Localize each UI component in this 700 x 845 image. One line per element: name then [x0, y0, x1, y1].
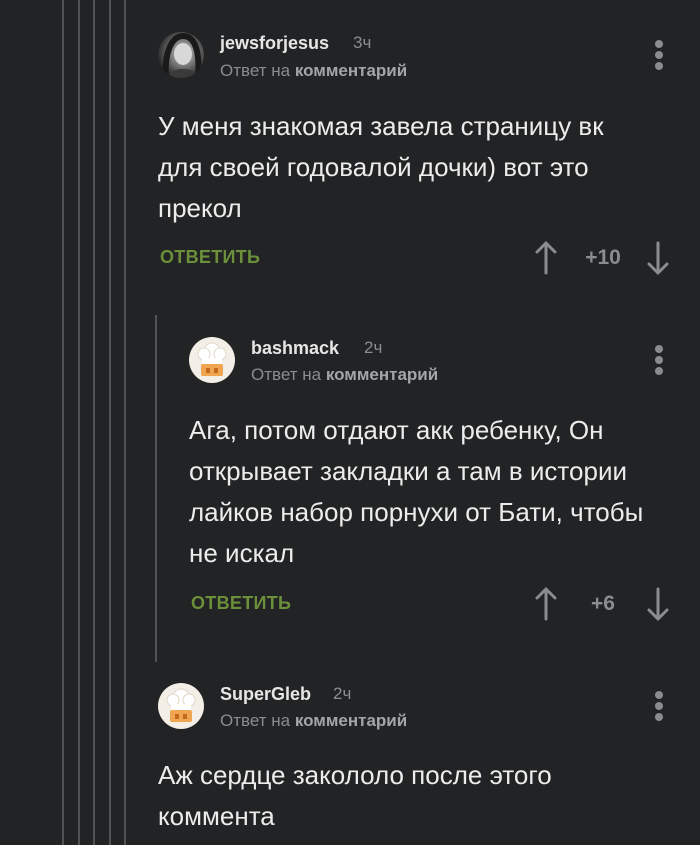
comment-line: У меня знакомая завела страницу вк — [158, 111, 604, 141]
arrow-down-icon[interactable] — [646, 241, 670, 275]
more-vertical-icon[interactable] — [651, 40, 667, 74]
reply-button[interactable]: ОТВЕТИТЬ — [160, 247, 260, 268]
reply-to-prefix: Ответ на — [251, 365, 326, 384]
chef-hat-avatar[interactable] — [158, 683, 204, 729]
comment-author[interactable]: jewsforjesus — [220, 33, 329, 54]
reply-to-target[interactable]: комментарий — [295, 711, 407, 730]
thread-line-6 — [155, 315, 157, 662]
comment-author[interactable]: bashmack — [251, 338, 339, 359]
thread-line-1 — [62, 0, 64, 845]
comment-time: 3ч — [353, 33, 372, 52]
user-photo-icon — [162, 32, 202, 78]
thread-line-4 — [109, 0, 111, 845]
comment-author[interactable]: SuperGleb — [220, 684, 311, 705]
comment-time: 2ч — [333, 684, 352, 703]
thread-line-2 — [78, 0, 80, 845]
thread-line-5 — [124, 0, 126, 845]
arrow-up-icon[interactable] — [534, 241, 558, 275]
comment-line: прекол — [158, 193, 242, 223]
chef-hat-icon — [197, 342, 227, 376]
comment-time: 2ч — [364, 338, 383, 357]
thread-line-3 — [93, 0, 95, 845]
user-photo-avatar[interactable] — [158, 32, 204, 78]
reply-to-link[interactable]: Ответ на комментарий — [220, 711, 407, 731]
comment-line: открывает закладки а там в истории — [189, 456, 628, 486]
reply-to-prefix: Ответ на — [220, 711, 295, 730]
reply-to-link[interactable]: Ответ на комментарий — [251, 365, 438, 385]
comment-line: не искал — [189, 538, 295, 568]
reply-to-target[interactable]: комментарий — [326, 365, 438, 384]
comment-body: Ага, потом отдают акк ребенку, Он открыв… — [189, 410, 643, 574]
vote-score: +6 — [591, 592, 615, 615]
comment-body: Аж сердце закололо после этого коммента — [158, 755, 552, 837]
arrow-down-icon[interactable] — [646, 587, 670, 621]
comment-line: для своей годовалой дочки) вот это — [158, 152, 589, 182]
vote-score: +10 — [585, 246, 621, 269]
comment-line: Аж сердце закололо после этого — [158, 760, 552, 790]
more-vertical-icon[interactable] — [651, 345, 667, 379]
more-vertical-icon[interactable] — [651, 691, 667, 725]
reply-button[interactable]: ОТВЕТИТЬ — [191, 593, 291, 614]
arrow-up-icon[interactable] — [534, 587, 558, 621]
chef-hat-icon — [166, 688, 196, 722]
chef-hat-avatar[interactable] — [189, 337, 235, 383]
comment-line: лайков набор порнухи от Бати, чтобы — [189, 497, 644, 527]
comment-body: У меня знакомая завела страницу вк для с… — [158, 106, 604, 229]
reply-to-target[interactable]: комментарий — [295, 61, 407, 80]
reply-to-link[interactable]: Ответ на комментарий — [220, 61, 407, 81]
comment-line: Ага, потом отдают акк ребенку, Он — [189, 415, 604, 445]
comment-line: коммента — [158, 801, 275, 831]
reply-to-prefix: Ответ на — [220, 61, 295, 80]
